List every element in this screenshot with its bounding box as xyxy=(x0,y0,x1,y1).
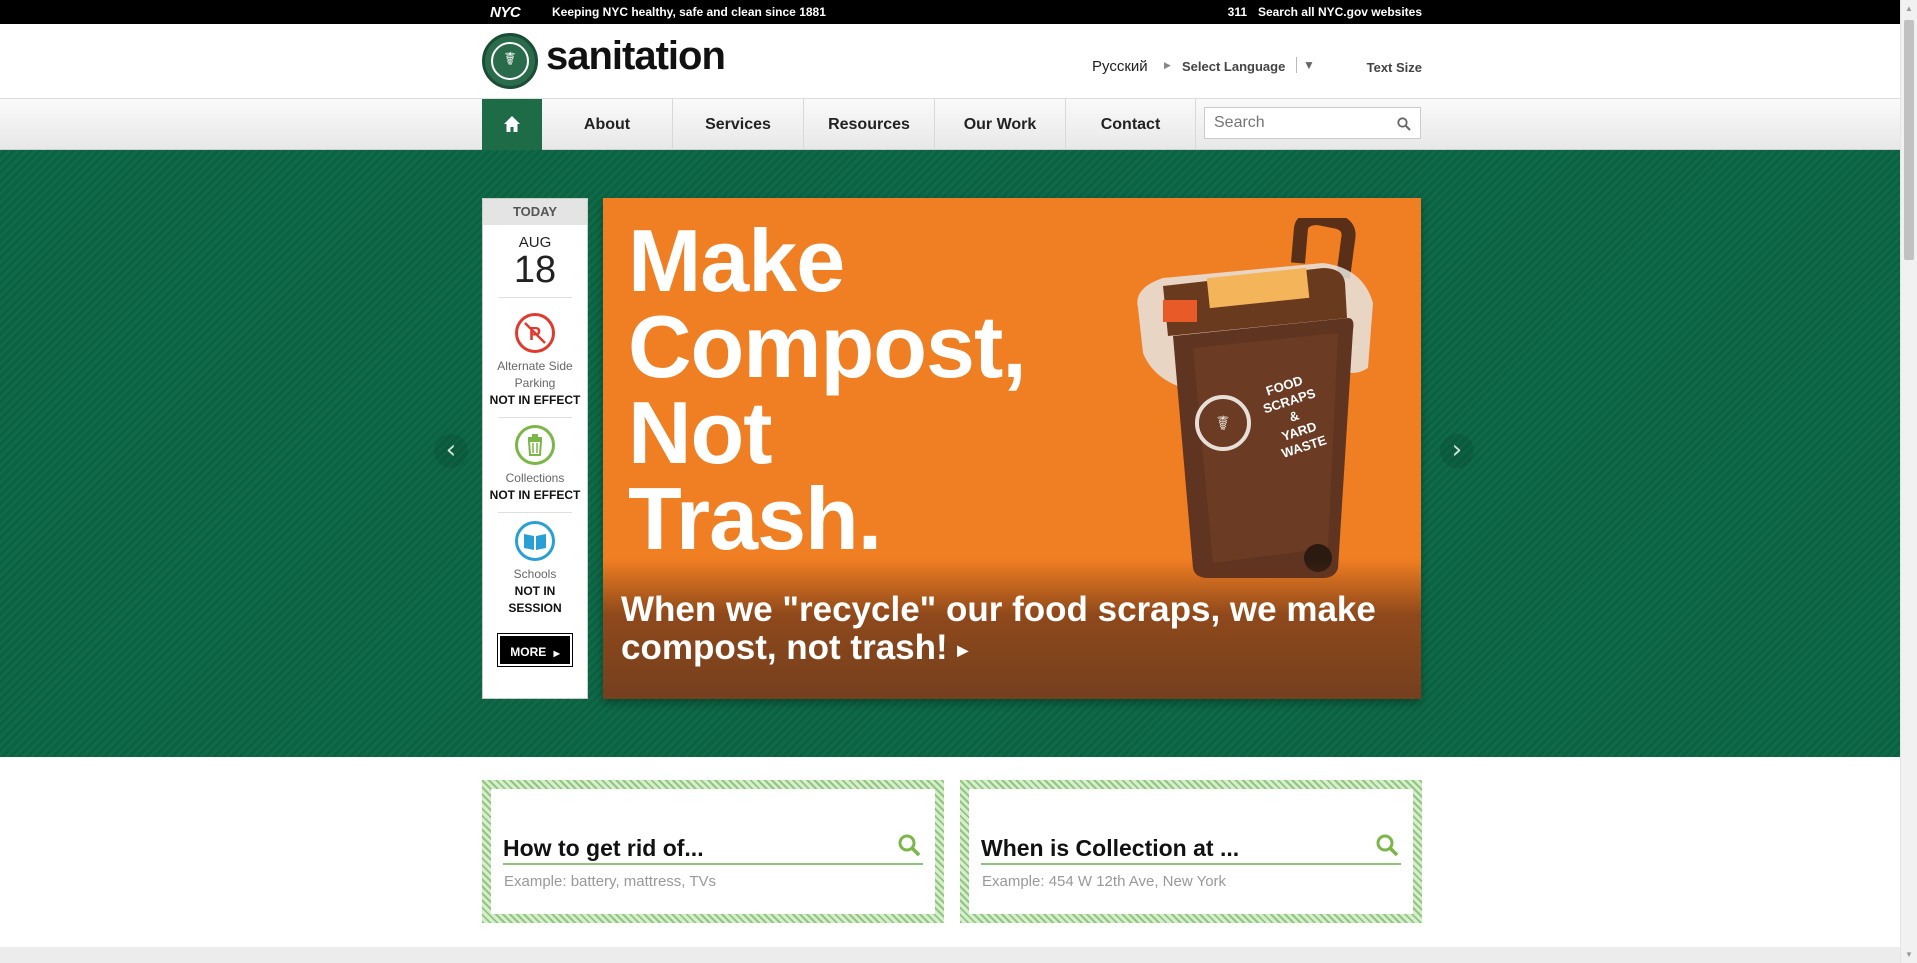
collection-schedule-search-panel: When is Collection at ... Example: 454 W… xyxy=(960,780,1422,923)
status-collections[interactable]: Collections NOT IN EFFECT xyxy=(483,425,587,513)
current-language-link[interactable]: Русский xyxy=(1092,58,1148,75)
today-day: 18 xyxy=(513,249,557,291)
home-icon xyxy=(504,116,520,132)
headline-line: Trash. xyxy=(628,469,882,568)
search-icon[interactable] xyxy=(897,833,921,857)
page: NYC Keeping NYC healthy, safe and clean … xyxy=(0,0,1917,963)
nav-our-work[interactable]: Our Work xyxy=(935,99,1066,150)
panel-title[interactable]: How to get rid of... xyxy=(503,835,704,862)
status-alternate-side-parking[interactable]: P Alternate Side Parking NOT IN EFFECT xyxy=(483,313,587,418)
top-bar: NYC Keeping NYC healthy, safe and clean … xyxy=(0,0,1900,24)
panel-title[interactable]: When is Collection at ... xyxy=(981,835,1239,862)
divider xyxy=(498,512,572,513)
play-arrow-icon: ▶ xyxy=(1164,60,1171,70)
divider xyxy=(498,417,572,418)
carousel-next-button[interactable]: › xyxy=(1440,434,1474,468)
chevron-down-icon[interactable]: ▼ xyxy=(1303,58,1315,72)
footer-strip xyxy=(0,947,1900,963)
site-header: ☤ sanitation Русский ▶ Select Language ▼… xyxy=(0,24,1900,99)
main-nav: About Services Resources Our Work Contac… xyxy=(0,99,1900,150)
status-schools[interactable]: Schools NOT IN SESSION xyxy=(483,521,587,617)
slide-caption-link[interactable]: When we "recycle" our food scraps, we ma… xyxy=(621,591,1411,669)
site-name[interactable]: sanitation xyxy=(546,34,726,79)
nav-about[interactable]: About xyxy=(542,99,673,150)
nav-contact[interactable]: Contact xyxy=(1066,99,1196,150)
panel-example-placeholder[interactable]: Example: battery, mattress, TVs xyxy=(504,873,716,890)
tagline: Keeping NYC healthy, safe and clean sinc… xyxy=(552,5,826,19)
divider xyxy=(1296,57,1297,73)
divider xyxy=(498,297,572,298)
nyc-logo[interactable]: NYC xyxy=(490,4,521,21)
more-button[interactable]: MORE ▶ xyxy=(498,634,572,666)
dsny-seal-logo[interactable]: ☤ xyxy=(482,33,538,89)
play-arrow-icon: ▶ xyxy=(553,649,560,658)
search-box xyxy=(1204,107,1421,139)
carousel-prev-button[interactable]: ‹ xyxy=(434,434,468,468)
scroll-down-icon[interactable]: ▼ xyxy=(1905,950,1913,959)
text-size-button[interactable]: Text Size xyxy=(1367,60,1422,75)
scroll-up-icon[interactable]: ▲ xyxy=(1905,4,1913,13)
headline-line: Compost, xyxy=(628,297,1027,396)
no-parking-icon: P xyxy=(515,313,555,353)
311-link[interactable]: 311 xyxy=(1228,5,1247,19)
divider xyxy=(981,863,1401,865)
compost-bin-image: ☤ FOOD SCRAPS & YARD WASTE xyxy=(1137,218,1373,578)
scrollbar-thumb[interactable] xyxy=(1904,20,1914,260)
nav-resources[interactable]: Resources xyxy=(804,99,935,150)
home-button[interactable] xyxy=(482,99,542,150)
status-value: NOT IN EFFECT xyxy=(489,393,581,407)
book-icon xyxy=(515,521,555,561)
status-value: NOT IN SESSION xyxy=(508,584,562,615)
search-icon[interactable] xyxy=(1397,117,1411,131)
play-arrow-icon: ▶ xyxy=(957,642,969,658)
divider xyxy=(503,863,923,865)
slide-headline: Make Compost, Not Trash. xyxy=(628,211,1027,568)
search-all-link[interactable]: Search all NYC.gov websites xyxy=(1258,5,1422,19)
panel-box: How to get rid of... Example: battery, m… xyxy=(491,789,935,914)
search-input[interactable] xyxy=(1205,108,1385,138)
panel-example-placeholder[interactable]: Example: 454 W 12th Ave, New York xyxy=(982,873,1226,890)
headline-line: Make xyxy=(628,211,845,310)
today-label: TODAY xyxy=(483,199,587,225)
search-icon[interactable] xyxy=(1375,833,1399,857)
caduceus-icon: ☤ xyxy=(503,49,517,70)
more-button-label: MORE xyxy=(510,645,547,659)
status-label: Alternate Side Parking xyxy=(497,359,573,390)
get-rid-of-search-panel: How to get rid of... Example: battery, m… xyxy=(482,780,944,923)
status-label: Schools xyxy=(513,567,557,581)
select-language-dropdown[interactable]: Select Language xyxy=(1182,59,1285,74)
hero-carousel: ‹ › TODAY AUG 18 P Alternate Side Parkin… xyxy=(0,150,1900,757)
headline-line: Not xyxy=(628,383,773,482)
panel-box: When is Collection at ... Example: 454 W… xyxy=(969,789,1413,914)
carousel-slide-compost[interactable]: Make Compost, Not Trash. ☤ FOOD SCRAPS &… xyxy=(603,198,1421,699)
page-scrollbar[interactable]: ▲ ▼ xyxy=(1900,0,1917,963)
trash-can-icon xyxy=(515,425,555,465)
svg-text:☤: ☤ xyxy=(1216,411,1229,435)
status-label: Collections xyxy=(505,471,565,485)
today-panel: TODAY AUG 18 P Alternate Side Parking NO… xyxy=(482,198,588,699)
slide-caption: When we "recycle" our food scraps, we ma… xyxy=(621,590,1376,668)
status-value: NOT IN EFFECT xyxy=(489,488,581,502)
nav-services[interactable]: Services xyxy=(673,99,804,150)
